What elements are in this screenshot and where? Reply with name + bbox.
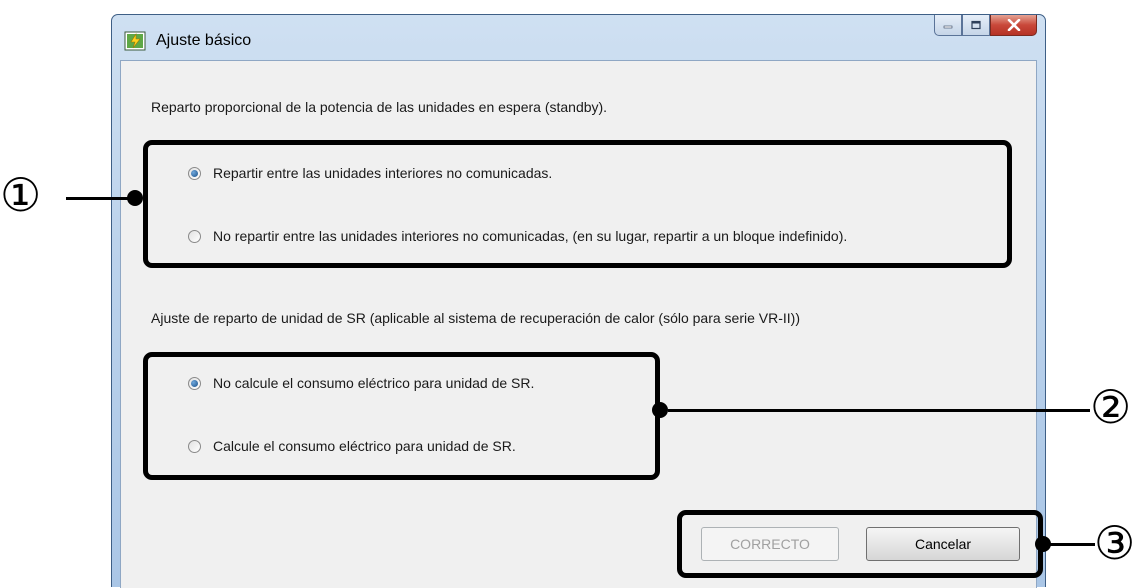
annotation-leader-3: [1050, 543, 1095, 546]
minimize-button[interactable]: [934, 15, 962, 36]
title-bar[interactable]: Ajuste básico: [112, 15, 1045, 55]
annotation-dot-2: [652, 402, 668, 418]
annotation-box-1: [143, 140, 1012, 268]
annotation-box-3: [677, 510, 1043, 578]
annotation-leader-1: [66, 197, 136, 200]
close-button[interactable]: [990, 15, 1037, 36]
dialog-window: Ajuste básico Reparto proporcional de la…: [111, 14, 1046, 588]
window-title: Ajuste básico: [156, 32, 252, 49]
minimize-icon: [943, 25, 953, 29]
annotation-leader-2: [668, 409, 1090, 412]
annotation-box-2: [143, 352, 660, 480]
section1-label: Reparto proporcional de la potencia de l…: [151, 99, 608, 115]
annotation-number-2: ②: [1090, 380, 1132, 434]
maximize-icon: [971, 20, 981, 30]
section2-label: Ajuste de reparto de unidad de SR (aplic…: [151, 310, 801, 326]
settings-app-icon: [124, 31, 146, 51]
annotation-dot-3: [1035, 536, 1051, 552]
annotation-dot-1: [127, 190, 143, 206]
annotation-number-3: ③: [1094, 516, 1136, 570]
close-icon: [1007, 19, 1020, 31]
annotation-number-1: ①: [0, 168, 42, 222]
maximize-button[interactable]: [962, 15, 990, 36]
caption-buttons: [934, 15, 1037, 37]
